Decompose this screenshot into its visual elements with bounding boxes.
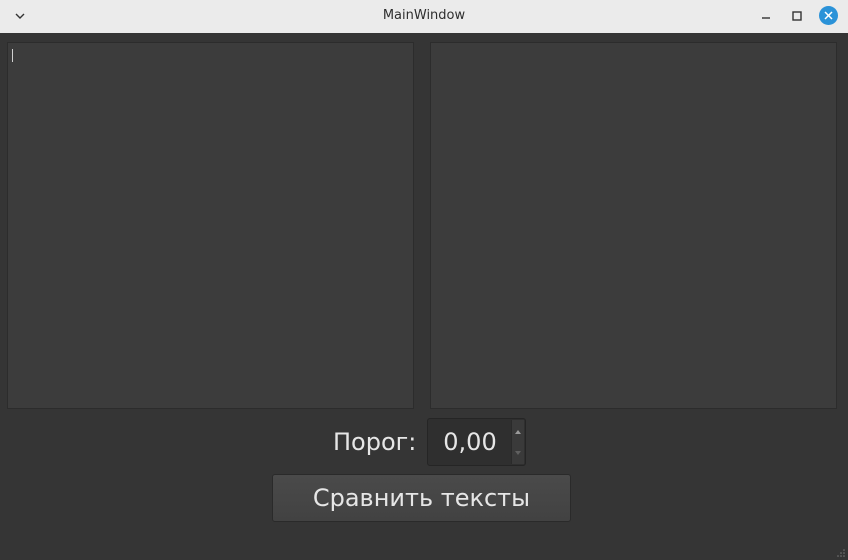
- minimize-icon: [762, 17, 770, 19]
- close-button[interactable]: [819, 6, 838, 25]
- threshold-value[interactable]: 0,00: [428, 419, 512, 465]
- maximize-icon: [792, 11, 802, 21]
- main-window: MainWindow Порог: 0,00 Сравнить тексты: [0, 0, 848, 560]
- window-menu-button[interactable]: [10, 8, 30, 24]
- resize-grip-icon[interactable]: [836, 548, 846, 558]
- maximize-button[interactable]: [787, 6, 807, 26]
- compare-texts-button[interactable]: Сравнить тексты: [272, 474, 571, 522]
- title-bar[interactable]: MainWindow: [0, 0, 848, 33]
- close-icon: [824, 11, 833, 20]
- minimize-button[interactable]: [756, 6, 776, 26]
- spinbox-arrows: [511, 420, 524, 464]
- threshold-label: Порог:: [333, 428, 417, 456]
- spin-up-arrow-icon[interactable]: [515, 430, 521, 434]
- right-text-editor[interactable]: [430, 42, 837, 409]
- chevron-down-icon: [15, 13, 25, 19]
- window-title: MainWindow: [382, 8, 466, 23]
- left-text-editor[interactable]: [7, 42, 414, 409]
- spin-down-arrow-icon[interactable]: [515, 451, 521, 455]
- threshold-spinbox[interactable]: 0,00: [427, 418, 526, 466]
- text-cursor: [12, 49, 13, 62]
